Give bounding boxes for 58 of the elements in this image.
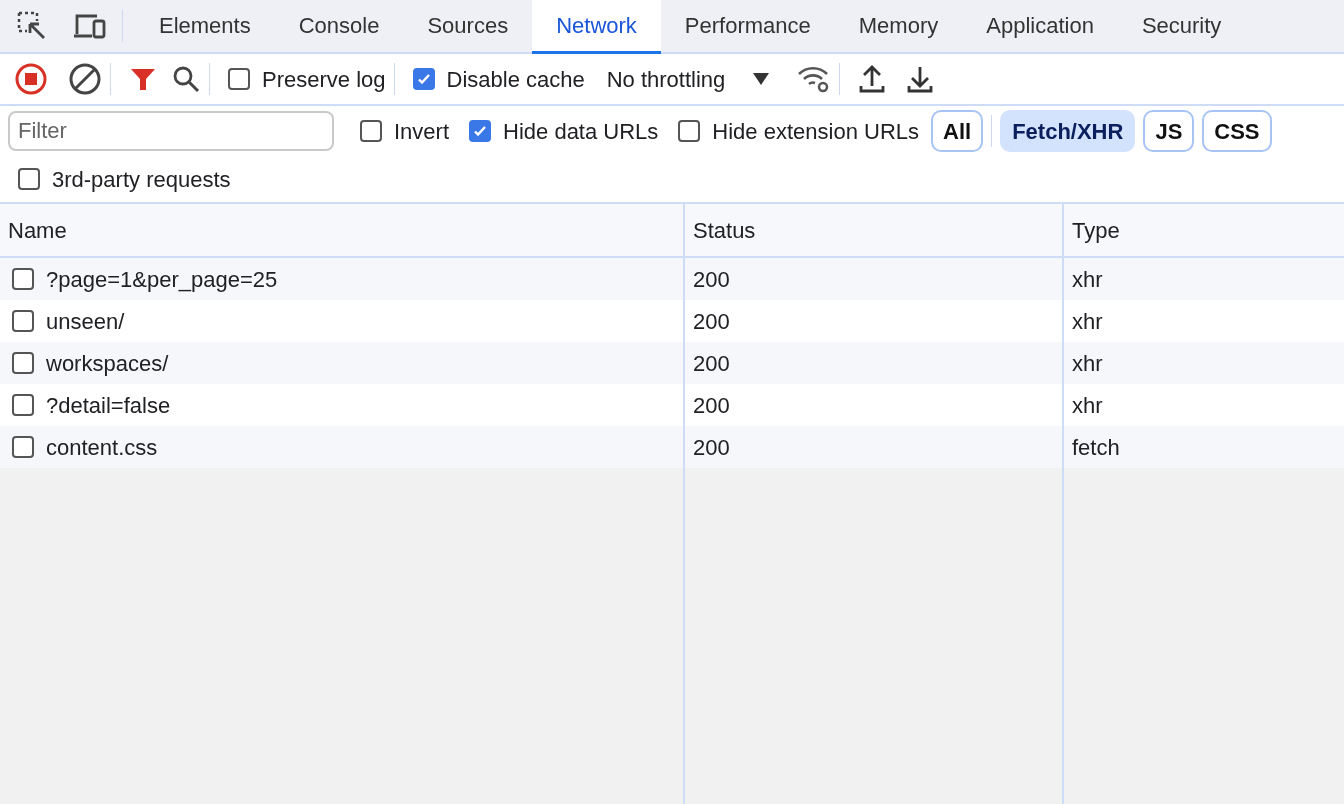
clear-icon[interactable] <box>68 62 102 96</box>
checkbox[interactable] <box>360 120 382 142</box>
tab[interactable]: Elements <box>135 0 275 54</box>
checkbox[interactable] <box>678 120 701 142</box>
table-cell-text: workspaces/ <box>46 349 169 378</box>
table-cell-text: xhr <box>1072 391 1103 420</box>
table-cell-text: xhr <box>1072 307 1103 336</box>
checkbox[interactable] <box>412 68 435 90</box>
type-filter-chip[interactable]: JS <box>1143 110 1195 152</box>
checkbox-label: Hide data URLs <box>503 117 659 146</box>
type-filter-chip[interactable]: Fetch/XHR <box>1000 110 1136 152</box>
tab[interactable]: Performance <box>660 0 835 54</box>
table-cell-text: xhr <box>1072 349 1103 378</box>
tab[interactable]: Sources <box>403 0 533 54</box>
upload-icon[interactable] <box>858 64 887 94</box>
column-header[interactable]: Type <box>1072 213 1120 247</box>
search-icon[interactable] <box>171 64 201 94</box>
table-cell-text: ?detail=false <box>46 391 171 420</box>
checkbox[interactable] <box>469 120 492 142</box>
table-cell-text: 200 <box>693 307 730 336</box>
table-cell-text: 200 <box>693 265 730 294</box>
table-cell-text: 200 <box>693 433 730 462</box>
row-checkbox[interactable] <box>12 394 34 416</box>
type-filter-chip[interactable]: CSS <box>1202 110 1272 152</box>
column-header[interactable]: Name <box>8 213 67 247</box>
checkbox-label: Hide extension URLs <box>712 117 919 146</box>
tab[interactable]: Console <box>274 0 404 54</box>
record-icon[interactable] <box>14 62 48 96</box>
checkbox-label: Disable cache <box>446 65 585 94</box>
checkmark-icon <box>473 124 488 138</box>
tab[interactable]: Security <box>1117 0 1246 54</box>
tab[interactable]: Network <box>532 0 661 54</box>
checkbox[interactable] <box>228 68 250 90</box>
row-checkbox[interactable] <box>12 352 34 374</box>
checkbox-label: 3rd-party requests <box>52 165 231 194</box>
type-filter-chip[interactable]: All <box>931 110 984 152</box>
column-header[interactable]: Status <box>693 213 756 247</box>
download-icon[interactable] <box>906 64 935 94</box>
caret-icon <box>753 72 770 86</box>
device-toolbar-icon[interactable] <box>72 12 106 40</box>
tab[interactable]: Memory <box>834 0 963 54</box>
table-cell-text: 200 <box>693 349 730 378</box>
throttling-dropdown[interactable]: No throttling <box>606 62 770 96</box>
row-checkbox[interactable] <box>12 268 34 290</box>
tab[interactable]: Application <box>962 0 1118 54</box>
filter-field[interactable]: Filter <box>8 111 334 151</box>
checkbox[interactable] <box>18 168 40 190</box>
table-cell-text: 200 <box>693 391 730 420</box>
checkbox-label: Invert <box>394 117 450 146</box>
checkbox-label: Preserve log <box>262 65 386 94</box>
row-checkbox[interactable] <box>12 310 34 332</box>
row-checkbox[interactable] <box>12 436 34 458</box>
table-cell-text: fetch <box>1072 433 1120 462</box>
table-cell-text: content.css <box>46 433 158 462</box>
table-cell-text: xhr <box>1072 265 1103 294</box>
checkmark-icon <box>416 72 431 86</box>
table-cell-text: unseen/ <box>46 307 125 336</box>
table-cell-text: ?page=1&per_page=25 <box>46 265 278 294</box>
